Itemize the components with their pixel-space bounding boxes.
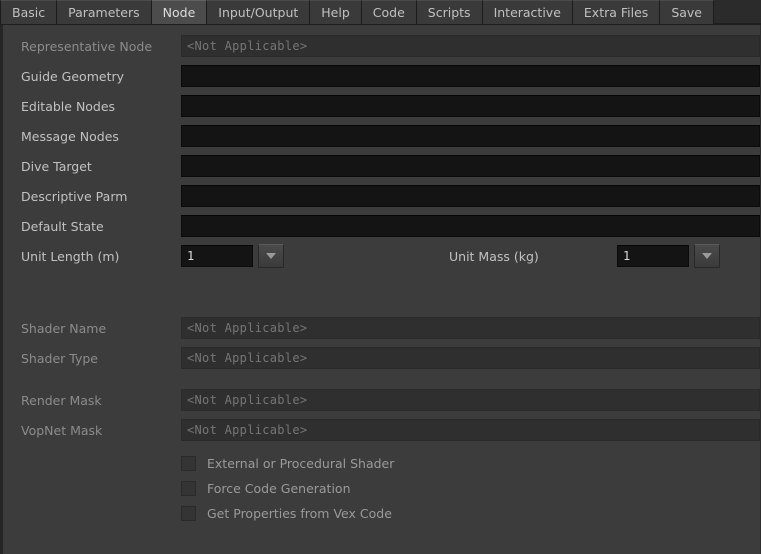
checkbox-external-or-procedural-shader[interactable] [181,456,196,471]
row-message-nodes: Message Nodes [3,121,760,151]
label-get-properties-from-vex-code: Get Properties from Vex Code [207,506,392,521]
tab-label: Help [321,5,350,20]
chevron-down-icon [266,253,276,259]
tab-label: Code [372,5,405,20]
label-representative-node: Representative Node [21,38,153,54]
tab-label: Scripts [427,5,471,20]
row-dive-target: Dive Target [3,151,760,181]
input-dive-target[interactable] [181,155,760,177]
unit-mass-dropdown-button[interactable] [694,244,720,268]
unit-length-dropdown-button[interactable] [258,244,284,268]
input-editable-nodes[interactable] [181,95,760,117]
label-shader-name: Shader Name [21,320,107,336]
input-guide-geometry[interactable] [181,65,760,87]
input-vopnet-mask[interactable]: <Not Applicable> [181,419,760,441]
row-force-code-generation: Force Code Generation [3,476,760,501]
row-shader-name: Shader Name <Not Applicable> [3,313,760,343]
row-descriptive-parm: Descriptive Parm [3,181,760,211]
label-descriptive-parm: Descriptive Parm [21,188,128,204]
tab-help[interactable]: Help [310,0,362,24]
tab-label: Interactive [493,5,561,20]
row-units: Unit Length (m) 1 Unit Mass (kg) 1 [3,241,760,271]
input-descriptive-parm[interactable] [181,185,760,207]
row-render-mask: Render Mask <Not Applicable> [3,385,760,415]
label-unit-mass: Unit Mass (kg) [449,248,539,264]
tab-label: Extra Files [583,5,649,20]
tab-interactive[interactable]: Interactive [482,0,573,24]
tab-code[interactable]: Code [361,0,417,24]
tab-label: Node [162,5,196,20]
chevron-down-icon [702,253,712,259]
tab-node[interactable]: Node [151,0,208,24]
input-shader-name[interactable]: <Not Applicable> [181,317,760,339]
label-force-code-generation: Force Code Generation [207,481,351,496]
tab-parameters[interactable]: Parameters [57,0,152,24]
input-message-nodes[interactable] [181,125,760,147]
row-editable-nodes: Editable Nodes [3,91,760,121]
label-shader-type: Shader Type [21,350,98,366]
checkbox-get-properties-from-vex-code[interactable] [181,506,196,521]
tab-label: Input/Output [218,5,299,20]
tab-bar: Basic Parameters Node Input/Output Help … [0,0,761,25]
row-default-state: Default State [3,211,760,241]
label-render-mask: Render Mask [21,392,102,408]
label-external-or-procedural-shader: External or Procedural Shader [207,456,395,471]
tab-input-output[interactable]: Input/Output [207,0,311,24]
tab-save[interactable]: Save [660,0,714,24]
tab-label: Parameters [68,5,140,20]
tab-bar-filler [714,0,761,24]
row-representative-node: Representative Node <Not Applicable> [3,31,760,61]
input-unit-length[interactable]: 1 [181,245,253,267]
section-spacer-2 [3,373,760,385]
label-guide-geometry: Guide Geometry [21,68,125,84]
section-spacer-1 [3,271,760,313]
input-render-mask[interactable]: <Not Applicable> [181,389,760,411]
tab-scripts[interactable]: Scripts [416,0,483,24]
tab-label: Basic [12,5,46,20]
label-default-state: Default State [21,218,104,234]
tab-label: Save [671,5,702,20]
label-message-nodes: Message Nodes [21,128,119,144]
row-guide-geometry: Guide Geometry [3,61,760,91]
checkbox-force-code-generation[interactable] [181,481,196,496]
tab-extra-files[interactable]: Extra Files [572,0,661,24]
row-vopnet-mask: VopNet Mask <Not Applicable> [3,415,760,445]
row-get-properties-from-vex-code: Get Properties from Vex Code [3,501,760,526]
node-settings-panel: Representative Node <Not Applicable> Gui… [0,25,761,554]
input-representative-node[interactable]: <Not Applicable> [181,35,760,57]
label-editable-nodes: Editable Nodes [21,98,116,114]
row-external-or-procedural-shader: External or Procedural Shader [3,451,760,476]
label-dive-target: Dive Target [21,158,92,174]
tab-basic[interactable]: Basic [0,0,58,24]
row-shader-type: Shader Type <Not Applicable> [3,343,760,373]
input-unit-mass[interactable]: 1 [617,245,689,267]
label-unit-length: Unit Length (m) [21,248,120,264]
label-vopnet-mask: VopNet Mask [21,422,103,438]
input-shader-type[interactable]: <Not Applicable> [181,347,760,369]
input-default-state[interactable] [181,215,760,237]
